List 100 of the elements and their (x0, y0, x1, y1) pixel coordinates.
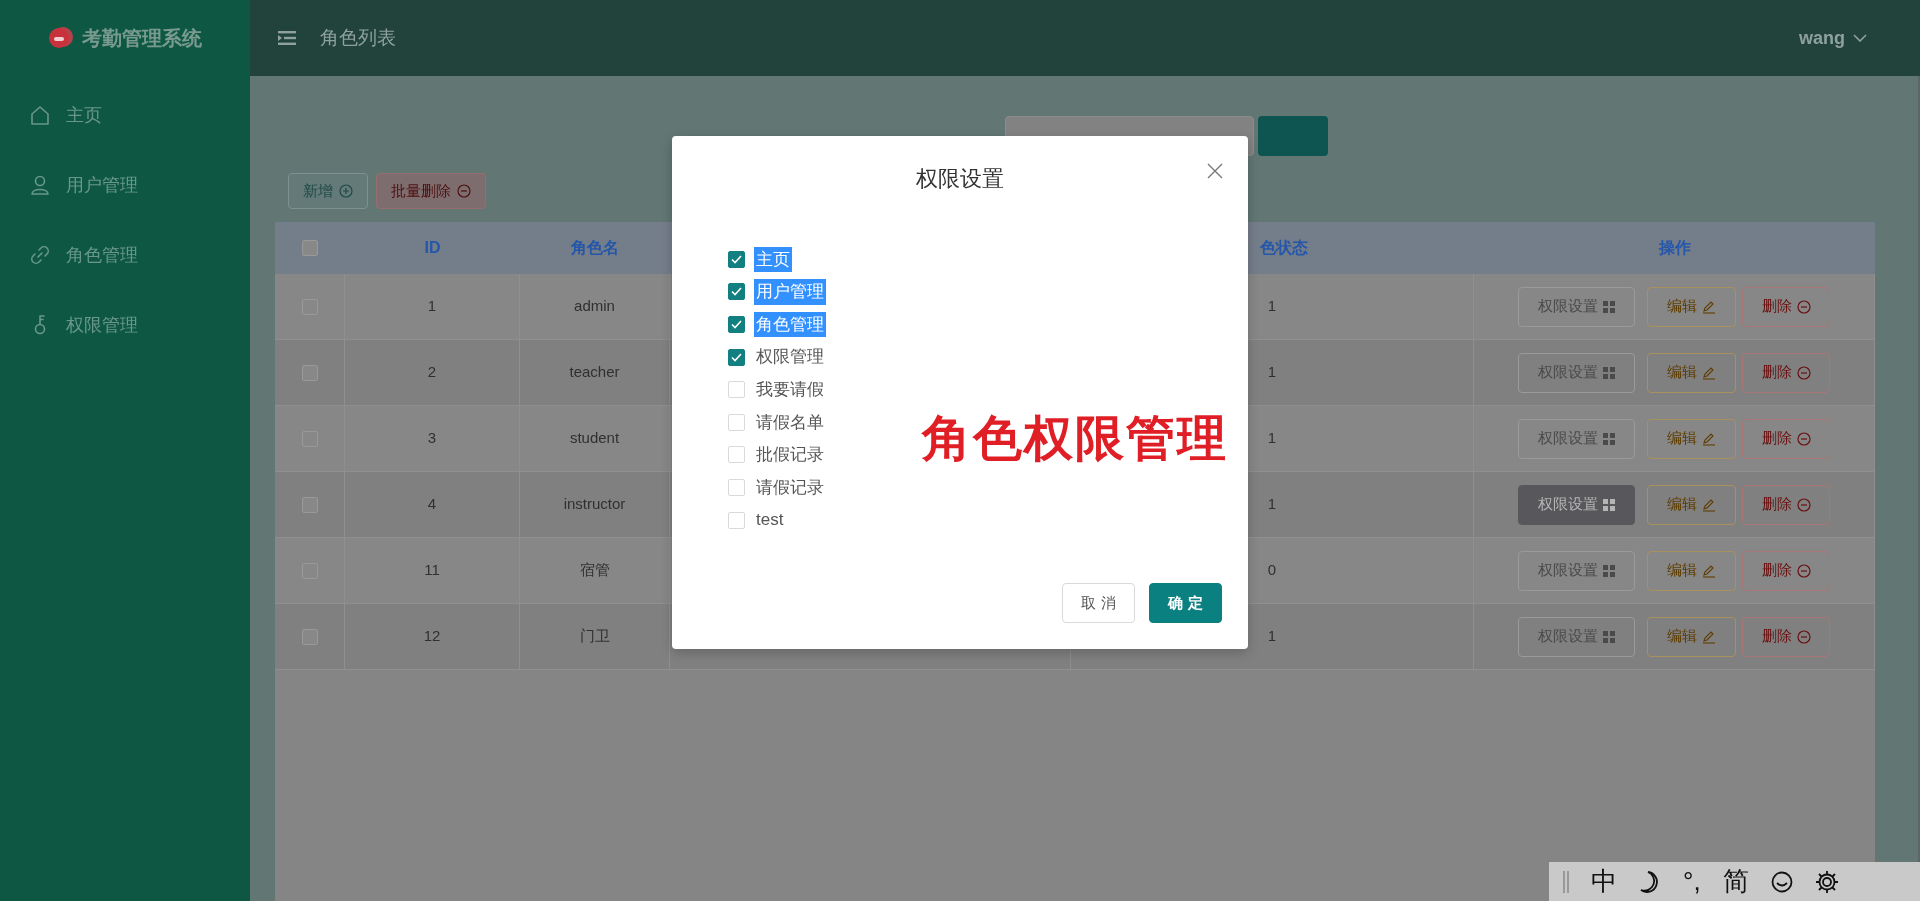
minus-circle-icon (1796, 431, 1811, 446)
grid-icon (1603, 630, 1615, 643)
column-header: 色状态 (1259, 238, 1308, 258)
edit-button[interactable]: 编辑 (1647, 550, 1736, 591)
home-icon (30, 104, 50, 126)
permission-button[interactable]: 权限设置 (1518, 484, 1635, 525)
checkbox[interactable] (728, 283, 745, 301)
delete-button[interactable]: 删除 (1742, 418, 1830, 459)
edit-button[interactable]: 编辑 (1647, 286, 1736, 327)
ime-button[interactable]: °, (1683, 862, 1701, 901)
delete-button[interactable]: 删除 (1742, 550, 1830, 591)
delete-button[interactable]: 删除 (1742, 352, 1830, 393)
annotation-text: 角色权限管理 (922, 410, 1228, 468)
user-icon (30, 174, 50, 196)
table-cell-text: admin (574, 296, 615, 317)
cancel-button[interactable]: 取 消 (1062, 583, 1135, 623)
edit-button[interactable]: 编辑 (1647, 616, 1736, 657)
grid-icon (1603, 300, 1615, 313)
table-cell-text: 1 (1267, 362, 1277, 383)
confirm-button[interactable]: 确 定 (1149, 583, 1222, 623)
edit-button[interactable]: 编辑 (1647, 418, 1736, 459)
checkbox[interactable] (728, 348, 745, 366)
table-cell-text: 1 (1267, 296, 1277, 317)
table-cell-text: instructor (563, 494, 626, 515)
minus-circle-icon (1796, 497, 1811, 512)
plus-circle-icon (339, 184, 353, 198)
page-title: 角色列表 (320, 25, 396, 50)
table-cell-text: 12 (423, 626, 441, 647)
moon-icon[interactable] (1639, 869, 1661, 894)
check-icon (731, 352, 742, 362)
sidebar-item[interactable]: 权限管理 (0, 290, 250, 360)
grid-icon (1603, 564, 1615, 577)
grid-icon (1603, 432, 1615, 445)
pencil-icon (1702, 497, 1716, 512)
batch-delete-button[interactable]: 批量删除 (376, 173, 486, 209)
table-cell-text: 门卫 (579, 626, 610, 647)
column-header: 操作 (1658, 238, 1691, 258)
table-cell-text: 11 (424, 560, 440, 581)
menu-icon[interactable] (278, 31, 296, 45)
grip-icon (1563, 870, 1569, 893)
add-button[interactable]: 新增 (288, 173, 368, 209)
pencil-icon (1702, 299, 1716, 314)
app-title: 考勤管理系统 (82, 26, 202, 51)
pencil-icon (1702, 431, 1716, 446)
ime-button[interactable]: 简 (1722, 862, 1749, 901)
checkbox-label: test (755, 509, 785, 532)
edit-button[interactable]: 编辑 (1647, 352, 1736, 393)
table-cell-text: 1 (427, 296, 437, 317)
column-header: 角色名 (571, 238, 619, 258)
checkbox-label: 批假记录 (755, 444, 825, 467)
logo-icon (48, 25, 74, 51)
table-cell-text: 1 (1267, 428, 1277, 449)
check-icon (731, 287, 742, 297)
sidebar-item[interactable]: 主页 (0, 80, 250, 150)
gear-icon[interactable] (1814, 869, 1839, 894)
chevron-down-icon (1853, 34, 1867, 42)
sidebar-item[interactable]: 角色管理 (0, 220, 250, 290)
row-checkbox[interactable] (301, 364, 318, 381)
table-cell-text: 4 (427, 494, 437, 515)
pencil-icon (1702, 563, 1716, 578)
minus-circle-icon (1796, 299, 1811, 314)
delete-button[interactable]: 删除 (1742, 616, 1830, 657)
table-cell-text: 1 (1267, 494, 1277, 515)
grid-icon (1603, 498, 1615, 511)
dialog-title: 权限设置 (916, 165, 1004, 193)
ime-button[interactable]: 中 (1591, 862, 1617, 901)
user-menu[interactable]: wang (1799, 24, 1867, 52)
table-cell-text: teacher (569, 362, 620, 383)
checkbox-label: 请假名单 (755, 411, 825, 434)
check-icon (731, 254, 742, 264)
checkbox[interactable] (728, 316, 745, 333)
delete-button[interactable]: 删除 (1742, 484, 1830, 525)
checkbox[interactable] (728, 250, 745, 268)
table-cell-text: student (569, 428, 620, 449)
delete-button[interactable]: 删除 (1742, 286, 1830, 327)
pencil-icon (1702, 629, 1716, 644)
smiley-icon[interactable] (1770, 870, 1793, 893)
grid-icon (1603, 366, 1615, 379)
checkbox-label: 角色管理 (754, 311, 826, 338)
minus-circle-icon (1796, 629, 1811, 644)
table-cell-text: 3 (427, 428, 437, 449)
checkbox-label: 我要请假 (755, 378, 825, 401)
minus-circle-icon (1796, 563, 1811, 578)
check-icon (731, 320, 742, 329)
table-cell-text: 2 (427, 362, 437, 383)
checkbox-label: 主页 (754, 246, 792, 273)
table-cell-text: 0 (1267, 560, 1277, 581)
search-button[interactable] (1257, 116, 1328, 156)
column-header: ID (424, 238, 441, 258)
close-button[interactable] (1206, 162, 1224, 180)
checkbox-label: 用户管理 (754, 279, 826, 305)
row-checkbox[interactable] (301, 628, 318, 645)
table-cell-text: 宿管 (579, 560, 610, 581)
checkbox-label: 请假记录 (755, 476, 825, 499)
select-all-checkbox[interactable] (302, 240, 318, 256)
sidebar-item[interactable]: 用户管理 (0, 150, 250, 220)
row-checkbox[interactable] (301, 496, 318, 513)
minus-circle-icon (457, 184, 471, 198)
edit-button[interactable]: 编辑 (1647, 484, 1736, 525)
table-cell-text: 1 (1267, 626, 1277, 647)
